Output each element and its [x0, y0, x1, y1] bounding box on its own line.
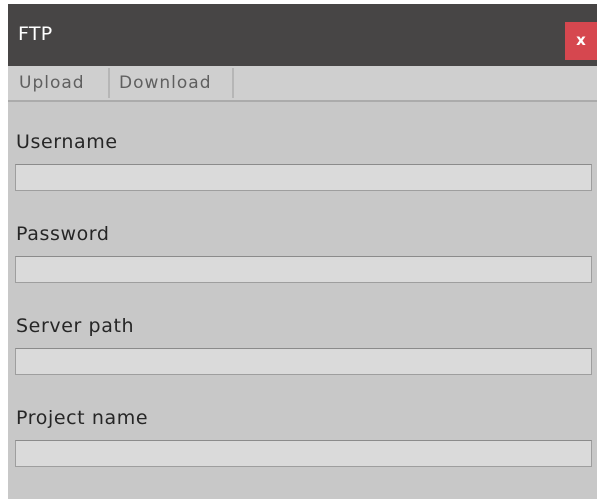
ftp-window: FTP x Upload Download Username Password … — [8, 4, 597, 499]
window-title: FTP — [18, 23, 53, 45]
tab-upload[interactable]: Upload — [12, 68, 110, 98]
password-label: Password — [16, 223, 110, 245]
title-bar: FTP x — [8, 4, 597, 66]
close-icon: x — [576, 31, 586, 49]
username-label: Username — [16, 131, 118, 153]
server-path-label: Server path — [16, 315, 135, 337]
project-name-label: Project name — [16, 407, 149, 429]
close-button[interactable]: x — [565, 22, 597, 60]
tab-download[interactable]: Download — [112, 68, 234, 98]
tab-bar: Upload Download — [8, 66, 597, 102]
project-name-field[interactable] — [15, 440, 592, 467]
password-field[interactable] — [15, 256, 592, 283]
username-field[interactable] — [15, 164, 592, 191]
server-path-field[interactable] — [15, 348, 592, 375]
